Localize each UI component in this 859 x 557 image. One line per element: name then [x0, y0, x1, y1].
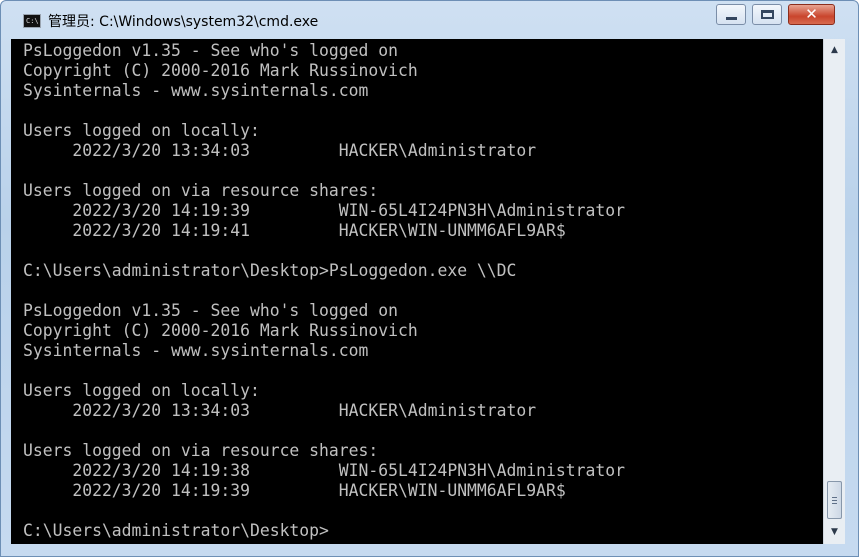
- console-line: Copyright (C) 2000-2016 Mark Russinovich: [23, 61, 418, 80]
- minimize-icon: [726, 17, 737, 20]
- console-line: Sysinternals - www.sysinternals.com: [23, 341, 369, 360]
- console-line: Users logged on via resource shares:: [23, 441, 379, 460]
- console-line: Users logged on via resource shares:: [23, 181, 379, 200]
- console-line: PsLoggedon v1.35 - See who's logged on: [23, 41, 398, 60]
- cmd-window: C:\ 管理员: C:\Windows\system32\cmd.exe ✕ P…: [0, 0, 859, 557]
- title-bar[interactable]: C:\ 管理员: C:\Windows\system32\cmd.exe ✕: [1, 1, 858, 39]
- console-line: 2022/3/20 13:34:03 HACKER\Administrator: [23, 401, 537, 420]
- scroll-up-icon[interactable]: ▲: [824, 41, 845, 59]
- console-line: PsLoggedon v1.35 - See who's logged on: [23, 301, 398, 320]
- console-lines: PsLoggedon v1.35 - See who's logged on Co…: [23, 41, 625, 541]
- minimize-button[interactable]: [716, 4, 746, 25]
- scroll-thumb[interactable]: [827, 481, 842, 519]
- close-icon: ✕: [805, 5, 818, 23]
- grip-line: [832, 500, 837, 501]
- console-line: 2022/3/20 14:19:38 WIN-65L4I24PN3H\Admin…: [23, 461, 625, 480]
- scroll-down-icon[interactable]: ▼: [824, 523, 845, 541]
- console-line: 2022/3/20 14:19:39 HACKER\WIN-UNMM6AFL9A…: [23, 481, 566, 500]
- console-line: C:\Users\administrator\Desktop>: [23, 521, 329, 540]
- console-line: Copyright (C) 2000-2016 Mark Russinovich: [23, 321, 418, 340]
- vertical-scrollbar[interactable]: ▲ ▼: [823, 39, 845, 544]
- console-line: 2022/3/20 14:19:41 HACKER\WIN-UNMM6AFL9A…: [23, 221, 566, 240]
- console-line: 2022/3/20 13:34:03 HACKER\Administrator: [23, 141, 537, 160]
- console-line: 2022/3/20 14:19:39 WIN-65L4I24PN3H\Admin…: [23, 201, 625, 220]
- console-line: C:\Users\administrator\Desktop>PsLoggedo…: [23, 261, 517, 280]
- cmd-app-icon[interactable]: C:\: [23, 14, 41, 28]
- maximize-icon: [761, 10, 774, 19]
- grip-line: [832, 503, 837, 504]
- console-line: Sysinternals - www.sysinternals.com: [23, 81, 369, 100]
- console-line: Users logged on locally:: [23, 381, 260, 400]
- console-line: Users logged on locally:: [23, 121, 260, 140]
- grip-line: [832, 497, 837, 498]
- console-output[interactable]: PsLoggedon v1.35 - See who's logged on Co…: [11, 39, 823, 544]
- maximize-button[interactable]: [752, 4, 782, 25]
- close-button[interactable]: ✕: [788, 4, 835, 25]
- window-title: 管理员: C:\Windows\system32\cmd.exe: [48, 14, 319, 30]
